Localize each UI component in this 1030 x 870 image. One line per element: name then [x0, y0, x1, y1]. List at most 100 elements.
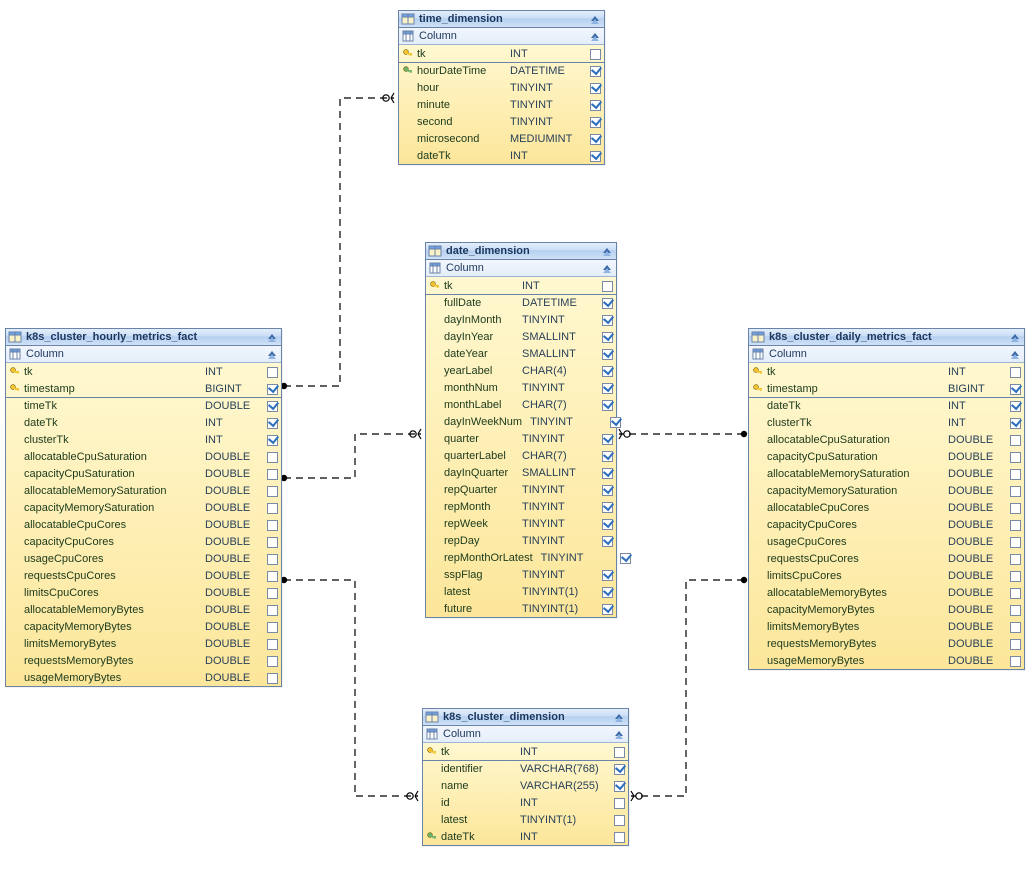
column-row[interactable]: tkINT — [6, 363, 281, 380]
column-row[interactable]: monthNumTINYINT — [426, 379, 616, 396]
column-row[interactable]: monthLabelCHAR(7) — [426, 396, 616, 413]
column-row[interactable]: capacityCpuCoresDOUBLE — [749, 516, 1024, 533]
column-row[interactable]: dateTkINT — [399, 147, 604, 164]
column-row[interactable]: capacityCpuSaturationDOUBLE — [6, 465, 281, 482]
column-checkbox[interactable] — [1008, 469, 1022, 480]
column-checkbox[interactable] — [612, 781, 626, 792]
column-checkbox[interactable] — [1008, 656, 1022, 667]
column-row[interactable]: allocatableCpuSaturationDOUBLE — [749, 431, 1024, 448]
column-checkbox[interactable] — [588, 151, 602, 162]
column-row[interactable]: secondTINYINT — [399, 113, 604, 130]
column-row[interactable]: quarterLabelCHAR(7) — [426, 447, 616, 464]
column-row[interactable]: quarterTINYINT — [426, 430, 616, 447]
column-checkbox[interactable] — [265, 384, 279, 395]
column-row[interactable]: yearLabelCHAR(4) — [426, 362, 616, 379]
column-row[interactable]: repMonthOrLatestTINYINT — [426, 549, 616, 566]
column-checkbox[interactable] — [1008, 486, 1022, 497]
column-checkbox[interactable] — [265, 673, 279, 684]
column-checkbox[interactable] — [588, 100, 602, 111]
collapse-icon[interactable] — [265, 348, 279, 360]
columns-header[interactable]: Column — [399, 28, 604, 45]
column-checkbox[interactable] — [600, 281, 614, 292]
column-checkbox[interactable] — [265, 622, 279, 633]
column-row[interactable]: limitsCpuCoresDOUBLE — [6, 584, 281, 601]
column-row[interactable]: fullDateDATETIME — [426, 294, 616, 311]
column-checkbox[interactable] — [265, 469, 279, 480]
column-row[interactable]: requestsMemoryBytesDOUBLE — [6, 652, 281, 669]
column-checkbox[interactable] — [1008, 520, 1022, 531]
column-checkbox[interactable] — [265, 554, 279, 565]
column-row[interactable]: usageCpuCoresDOUBLE — [6, 550, 281, 567]
column-checkbox[interactable] — [588, 134, 602, 145]
table-titlebar[interactable]: k8s_cluster_dimension — [423, 709, 628, 726]
column-row[interactable]: capacityMemoryBytesDOUBLE — [749, 601, 1024, 618]
table-titlebar[interactable]: k8s_cluster_hourly_metrics_fact — [6, 329, 281, 346]
collapse-icon[interactable] — [1008, 331, 1022, 343]
column-row[interactable]: capacityMemoryBytesDOUBLE — [6, 618, 281, 635]
column-checkbox[interactable] — [1008, 418, 1022, 429]
column-row[interactable]: capacityMemorySaturationDOUBLE — [749, 482, 1024, 499]
column-checkbox[interactable] — [265, 486, 279, 497]
table-cluster_dimension[interactable]: k8s_cluster_dimensionColumntkINTidentifi… — [422, 708, 629, 846]
column-row[interactable]: allocatableMemoryBytesDOUBLE — [749, 584, 1024, 601]
column-row[interactable]: tkINT — [749, 363, 1024, 380]
column-checkbox[interactable] — [600, 315, 614, 326]
column-row[interactable]: minuteTINYINT — [399, 96, 604, 113]
column-checkbox[interactable] — [588, 66, 602, 77]
column-row[interactable]: tkINT — [423, 743, 628, 760]
column-row[interactable]: repWeekTINYINT — [426, 515, 616, 532]
column-checkbox[interactable] — [1008, 571, 1022, 582]
column-row[interactable]: allocatableCpuCoresDOUBLE — [749, 499, 1024, 516]
column-row[interactable]: allocatableCpuSaturationDOUBLE — [6, 448, 281, 465]
column-checkbox[interactable] — [265, 418, 279, 429]
collapse-icon[interactable] — [588, 30, 602, 42]
column-checkbox[interactable] — [265, 452, 279, 463]
column-row[interactable]: hourTINYINT — [399, 79, 604, 96]
column-row[interactable]: futureTINYINT(1) — [426, 600, 616, 617]
column-row[interactable]: dayInYearSMALLINT — [426, 328, 616, 345]
column-row[interactable]: limitsCpuCoresDOUBLE — [749, 567, 1024, 584]
column-checkbox[interactable] — [600, 332, 614, 343]
column-row[interactable]: dateTkINT — [6, 414, 281, 431]
column-checkbox[interactable] — [612, 798, 626, 809]
column-row[interactable]: allocatableMemorySaturationDOUBLE — [6, 482, 281, 499]
column-row[interactable]: dayInQuarterSMALLINT — [426, 464, 616, 481]
column-checkbox[interactable] — [600, 366, 614, 377]
column-row[interactable]: repQuarterTINYINT — [426, 481, 616, 498]
column-checkbox[interactable] — [600, 587, 614, 598]
column-checkbox[interactable] — [265, 401, 279, 412]
column-checkbox[interactable] — [588, 117, 602, 128]
column-row[interactable]: allocatableMemorySaturationDOUBLE — [749, 465, 1024, 482]
column-row[interactable]: dayInMonthTINYINT — [426, 311, 616, 328]
table-daily_fact[interactable]: k8s_cluster_daily_metrics_factColumntkIN… — [748, 328, 1025, 670]
column-row[interactable]: requestsMemoryBytesDOUBLE — [749, 635, 1024, 652]
column-checkbox[interactable] — [1008, 537, 1022, 548]
column-row[interactable]: capacityMemorySaturationDOUBLE — [6, 499, 281, 516]
columns-header[interactable]: Column — [6, 346, 281, 363]
column-checkbox[interactable] — [1008, 367, 1022, 378]
column-row[interactable]: dateTkINT — [749, 397, 1024, 414]
column-checkbox[interactable] — [619, 553, 633, 564]
column-checkbox[interactable] — [265, 367, 279, 378]
table-titlebar[interactable]: time_dimension — [399, 11, 604, 28]
column-checkbox[interactable] — [600, 604, 614, 615]
column-checkbox[interactable] — [1008, 554, 1022, 565]
column-row[interactable]: timestampBIGINT — [749, 380, 1024, 397]
collapse-icon[interactable] — [600, 262, 614, 274]
column-checkbox[interactable] — [1008, 605, 1022, 616]
column-row[interactable]: repDayTINYINT — [426, 532, 616, 549]
column-row[interactable]: identifierVARCHAR(768) — [423, 760, 628, 777]
column-checkbox[interactable] — [600, 298, 614, 309]
column-checkbox[interactable] — [600, 383, 614, 394]
column-row[interactable]: timestampBIGINT — [6, 380, 281, 397]
collapse-icon[interactable] — [612, 711, 626, 723]
table-hourly_fact[interactable]: k8s_cluster_hourly_metrics_factColumntkI… — [5, 328, 282, 687]
column-checkbox[interactable] — [265, 571, 279, 582]
table-titlebar[interactable]: k8s_cluster_daily_metrics_fact — [749, 329, 1024, 346]
collapse-icon[interactable] — [600, 245, 614, 257]
column-checkbox[interactable] — [588, 83, 602, 94]
column-row[interactable]: requestsCpuCoresDOUBLE — [6, 567, 281, 584]
column-checkbox[interactable] — [612, 747, 626, 758]
column-checkbox[interactable] — [1008, 452, 1022, 463]
column-checkbox[interactable] — [265, 520, 279, 531]
